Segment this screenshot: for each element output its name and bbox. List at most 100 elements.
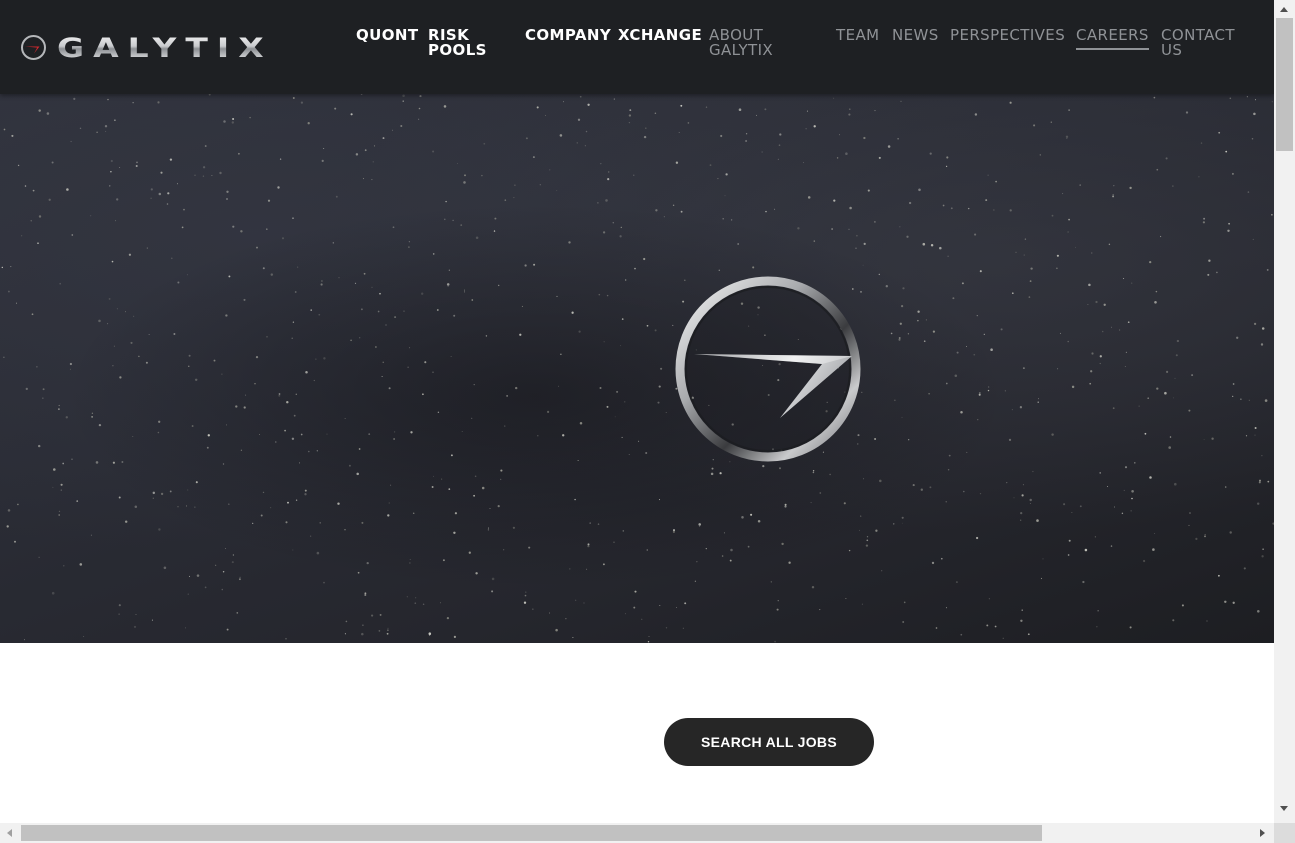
star-dot xyxy=(912,484,915,487)
star-dot xyxy=(1261,327,1265,330)
star-dot xyxy=(471,299,474,301)
star-dot xyxy=(1206,620,1208,622)
star-dot xyxy=(194,378,198,382)
star-dot xyxy=(79,563,83,566)
nav-item-news[interactable]: NEWS xyxy=(892,28,944,43)
nav-item-company[interactable]: COMPANY xyxy=(525,28,613,43)
star-dot xyxy=(901,416,903,418)
star-dot xyxy=(1181,604,1184,607)
nav-item-xchange[interactable]: XCHANGE xyxy=(618,28,702,43)
star-dot xyxy=(206,446,209,449)
star-dot xyxy=(91,416,93,418)
star-dot xyxy=(1051,433,1054,436)
star-dot xyxy=(956,351,959,354)
star-dot xyxy=(115,220,117,222)
star-dot xyxy=(292,97,295,99)
star-dot xyxy=(348,464,351,467)
star-dot xyxy=(361,632,364,636)
star-dot xyxy=(169,158,173,161)
star-dot xyxy=(231,561,234,564)
star-dot xyxy=(779,467,781,470)
star-dot xyxy=(711,467,714,470)
star-dot xyxy=(450,356,452,357)
star-dot xyxy=(1156,387,1159,390)
star-dot xyxy=(1218,131,1221,134)
star-dot xyxy=(375,346,377,348)
star-dot xyxy=(745,140,748,142)
galytix-logo-icon xyxy=(21,34,46,60)
star-dot xyxy=(1174,377,1176,379)
star-dot xyxy=(955,581,958,584)
logo-link[interactable]: GALYTIX xyxy=(20,31,273,63)
horizontal-scrollbar-thumb[interactable] xyxy=(21,825,1042,841)
nav-item-risk-pools[interactable]: RISK POOLS xyxy=(428,28,498,58)
star-dot xyxy=(90,534,92,536)
star-dot xyxy=(441,478,443,480)
star-dot xyxy=(1099,362,1101,365)
nav-item-about-galytix[interactable]: ABOUT GALYTIX xyxy=(709,28,789,58)
star-dot xyxy=(121,461,124,463)
star-dot xyxy=(1042,558,1044,560)
nav-item-perspectives[interactable]: PERSPECTIVES xyxy=(950,28,1070,43)
search-all-jobs-button[interactable]: SEARCH ALL JOBS xyxy=(664,718,874,766)
star-dot xyxy=(297,266,299,268)
star-dot xyxy=(388,502,390,504)
star-dot xyxy=(729,559,732,562)
star-dot xyxy=(497,505,500,508)
star-dot xyxy=(504,425,506,427)
scroll-right-arrow-icon[interactable] xyxy=(1260,829,1265,837)
star-dot xyxy=(577,460,579,461)
nav-item-team[interactable]: TEAM xyxy=(836,28,884,43)
star-dot xyxy=(10,266,12,268)
star-dot xyxy=(69,362,73,366)
star-dot xyxy=(672,204,675,206)
star-dot xyxy=(315,358,317,360)
scroll-up-arrow-icon[interactable] xyxy=(1280,7,1288,12)
star-dot xyxy=(447,285,449,287)
star-dot xyxy=(710,472,714,476)
vertical-scrollbar-thumb[interactable] xyxy=(1276,18,1293,151)
star-dot xyxy=(158,528,161,531)
star-dot xyxy=(63,565,65,567)
star-dot xyxy=(874,437,877,441)
star-dot xyxy=(1095,300,1098,304)
star-dot xyxy=(1020,519,1022,521)
star-dot xyxy=(221,373,223,375)
nav-item-careers[interactable]: CAREERS xyxy=(1076,28,1149,50)
star-dot xyxy=(995,180,997,183)
star-dot xyxy=(23,639,25,641)
vertical-scrollbar[interactable] xyxy=(1274,0,1295,823)
star-dot xyxy=(587,545,590,548)
star-dot xyxy=(286,400,289,404)
star-dot xyxy=(930,244,934,247)
horizontal-scrollbar[interactable] xyxy=(0,823,1274,843)
star-dot xyxy=(185,627,187,629)
nav-item-contact-us[interactable]: CONTACT US xyxy=(1161,28,1243,58)
star-dot xyxy=(1228,222,1230,225)
star-dot xyxy=(408,246,410,248)
star-dot xyxy=(243,406,246,409)
star-dot xyxy=(111,260,114,263)
star-dot xyxy=(362,624,364,626)
star-dot xyxy=(1172,397,1175,399)
star-dot xyxy=(833,97,835,99)
scroll-down-arrow-icon[interactable] xyxy=(1280,806,1288,811)
star-dot xyxy=(419,95,422,98)
star-dot xyxy=(737,243,740,245)
star-dot xyxy=(202,166,206,169)
star-dot xyxy=(557,385,560,387)
scroll-left-arrow-icon[interactable] xyxy=(7,829,12,837)
page-viewport: GALYTIX QUONT RISK POOLS COMPANY XCHANGE… xyxy=(0,0,1274,823)
star-dot xyxy=(578,330,581,333)
star-dot xyxy=(387,627,389,630)
star-dot xyxy=(321,159,324,162)
star-dot xyxy=(277,186,280,189)
star-dot xyxy=(1203,438,1205,440)
nav-item-quont[interactable]: QUONT xyxy=(356,28,422,43)
star-dot xyxy=(119,376,122,379)
star-dot xyxy=(979,270,982,273)
star-dot xyxy=(621,436,623,438)
star-dot xyxy=(69,368,71,370)
star-dot xyxy=(238,578,241,581)
star-dot xyxy=(947,469,950,471)
